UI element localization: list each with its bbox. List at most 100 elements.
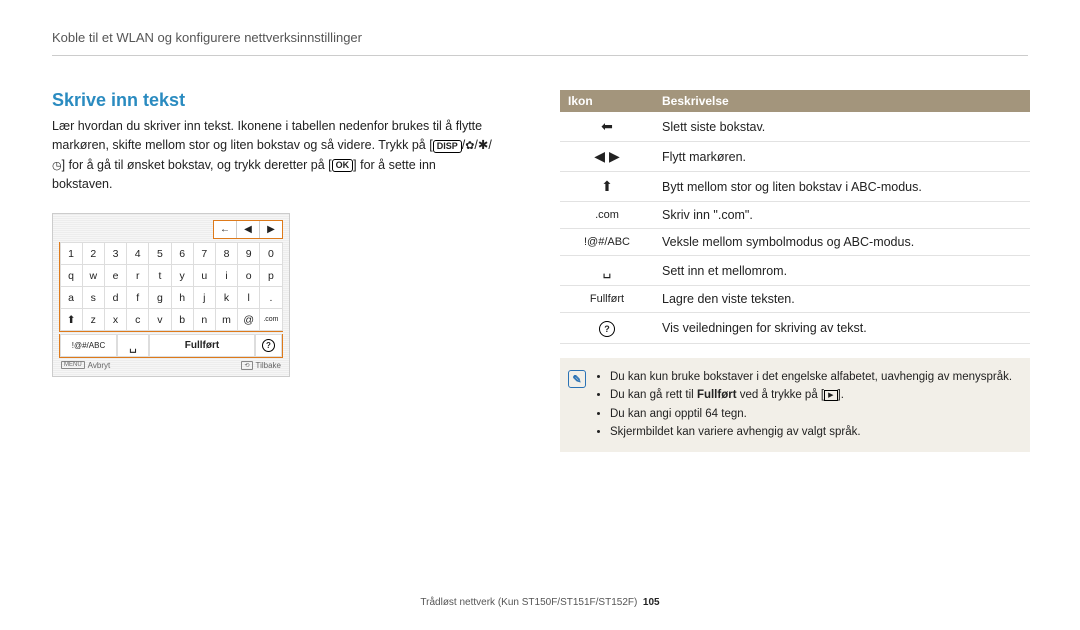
note-line-2: Du kan gå rett til Fullført ved å trykke… <box>610 386 1012 404</box>
kbd-key[interactable]: p <box>259 264 282 287</box>
kbd-done-key[interactable]: Fullført <box>149 334 255 357</box>
page-footer: Trådløst nettverk (Kun ST150F/ST151F/ST1… <box>0 597 1080 608</box>
kbd-key[interactable]: 6 <box>171 242 194 265</box>
kbd-key[interactable]: 9 <box>237 242 260 265</box>
kbd-key[interactable]: w <box>82 264 105 287</box>
icon-description: Bytt mellom stor og liten bokstav i ABC-… <box>654 172 1030 202</box>
table-row: !@#/ABCVeksle mellom symbolmodus og ABC-… <box>560 229 1030 256</box>
kbd-mode-key[interactable]: !@#/ABC <box>60 334 117 357</box>
kbd-key[interactable]: m <box>215 308 238 331</box>
page-header: Koble til et WLAN og konfigurere nettver… <box>52 30 362 45</box>
section-title: Skrive inn tekst <box>52 90 492 111</box>
kbd-key[interactable]: u <box>193 264 216 287</box>
kbd-key[interactable]: @ <box>237 308 260 331</box>
kbd-key[interactable]: h <box>171 286 194 309</box>
kbd-key[interactable]: y <box>171 264 194 287</box>
table-row: ⬅Slett siste bokstav. <box>560 112 1030 142</box>
kbd-key[interactable]: c <box>126 308 149 331</box>
kbd-back-label: Tilbake <box>256 361 282 370</box>
backspace-icon: ⬅ <box>560 112 654 142</box>
move-cursor-icon: ◀ ▶ <box>560 142 654 172</box>
kbd-back-icon: ⟲ <box>241 361 252 370</box>
kbd-key[interactable]: s <box>82 286 105 309</box>
intro-text-1: Lær hvordan du skriver inn tekst. Ikonen… <box>52 119 482 152</box>
flash-icon: ✱ <box>478 138 488 152</box>
keyboard-main-grid: 1234567890 qwertyuiop asdfghjkl. ⬆zxcvbnm@.… <box>59 242 283 332</box>
kbd-key[interactable]: ⬆ <box>60 308 83 331</box>
kbd-key[interactable]: .com <box>259 308 282 331</box>
note-line-4: Skjermbildet kan variere avhengig av val… <box>610 423 1012 441</box>
kbd-key[interactable]: 2 <box>82 242 105 265</box>
kbd-key[interactable]: 0 <box>259 242 282 265</box>
kbd-key[interactable]: j <box>193 286 216 309</box>
kbd-key[interactable]: 8 <box>215 242 238 265</box>
kbd-space-key[interactable]: ␣ <box>117 334 149 357</box>
kbd-key[interactable]: x <box>104 308 127 331</box>
kbd-key[interactable]: f <box>126 286 149 309</box>
table-row: FullførtLagre den viste teksten. <box>560 286 1030 313</box>
kbd-nav-left-icon[interactable]: ◀ <box>236 221 259 238</box>
kbd-key[interactable]: i <box>215 264 238 287</box>
footer-text: Trådløst nettverk (Kun ST150F/ST151F/ST1… <box>420 597 637 608</box>
header-rule <box>52 55 1028 56</box>
kbd-key[interactable]: o <box>237 264 260 287</box>
kbd-key[interactable]: e <box>104 264 127 287</box>
macro-icon: ✿ <box>465 138 474 155</box>
kbd-key[interactable]: d <box>104 286 127 309</box>
kbd-key[interactable]: 7 <box>193 242 216 265</box>
kbd-key[interactable]: b <box>171 308 194 331</box>
kbd-key[interactable]: l <box>237 286 260 309</box>
kbd-key[interactable]: 5 <box>148 242 171 265</box>
icon-description: Lagre den viste teksten. <box>654 286 1030 313</box>
note-box: ✎ Du kan kun bruke bokstaver i det engel… <box>560 358 1030 452</box>
page-number: 105 <box>643 597 660 608</box>
kbd-cancel-label: Avbryt <box>88 361 111 370</box>
kbd-key[interactable]: q <box>60 264 83 287</box>
note-icon: ✎ <box>568 370 586 388</box>
kbd-key[interactable]: 4 <box>126 242 149 265</box>
kbd-key[interactable]: z <box>82 308 105 331</box>
space-icon: ␣ <box>560 256 654 286</box>
kbd-key[interactable]: t <box>148 264 171 287</box>
disp-button-ref: DISP <box>433 140 462 153</box>
kbd-nav-back-icon[interactable]: ← <box>214 221 236 238</box>
onscreen-keyboard: ← ◀ ▶ 1234567890 qwertyuiop asdfghjkl. ⬆zxc… <box>52 213 290 377</box>
kbd-key[interactable]: r <box>126 264 149 287</box>
icon-description: Flytt markøren. <box>654 142 1030 172</box>
icon-description: Veksle mellom symbolmodus og ABC-modus. <box>654 229 1030 256</box>
dotcom-icon: .com <box>560 202 654 229</box>
help-icon: ? <box>560 313 654 344</box>
kbd-key[interactable]: n <box>193 308 216 331</box>
note-2c: ved å trykke på <box>737 389 821 401</box>
table-row: ◀ ▶Flytt markøren. <box>560 142 1030 172</box>
kbd-key[interactable]: k <box>215 286 238 309</box>
icon-description: Slett siste bokstav. <box>654 112 1030 142</box>
kbd-key[interactable]: v <box>148 308 171 331</box>
shift-icon: ⬆ <box>560 172 654 202</box>
kbd-help-key[interactable]: ? <box>255 334 282 357</box>
table-row: .comSkriv inn ".com". <box>560 202 1030 229</box>
kbd-key[interactable]: 1 <box>60 242 83 265</box>
kbd-key[interactable]: a <box>60 286 83 309</box>
note-2-bold: Fullført <box>697 389 737 401</box>
kbd-key[interactable]: . <box>259 286 282 309</box>
keyboard-nav-row: ← ◀ ▶ <box>213 220 283 239</box>
table-row: ␣Sett inn et mellomrom. <box>560 256 1030 286</box>
kbd-menu-icon: MENU <box>61 361 85 369</box>
kbd-key[interactable]: 3 <box>104 242 127 265</box>
playback-button-ref: ▶ <box>824 390 837 401</box>
icon-description: Vis veiledningen for skriving av tekst. <box>654 313 1030 344</box>
intro-text-2: for å gå til ønsket bokstav, og trykk de… <box>69 158 325 172</box>
icon-description: Skriv inn ".com". <box>654 202 1030 229</box>
table-row: ⬆Bytt mellom stor og liten bokstav i ABC… <box>560 172 1030 202</box>
note-line-3: Du kan angi opptil 64 tegn. <box>610 405 1012 423</box>
table-row: ?Vis veiledningen for skriving av tekst. <box>560 313 1030 344</box>
th-desc: Beskrivelse <box>654 90 1030 112</box>
kbd-key[interactable]: g <box>148 286 171 309</box>
icon-description-table: Ikon Beskrivelse ⬅Slett siste bokstav.◀ … <box>560 90 1030 344</box>
note-2a: Du kan gå rett til <box>610 389 697 401</box>
keyboard-footer: MENUAvbryt ⟲ Tilbake <box>59 358 283 370</box>
ok-button-ref: OK <box>332 159 354 172</box>
done-icon: Fullført <box>560 286 654 313</box>
kbd-nav-right-icon[interactable]: ▶ <box>259 221 282 238</box>
